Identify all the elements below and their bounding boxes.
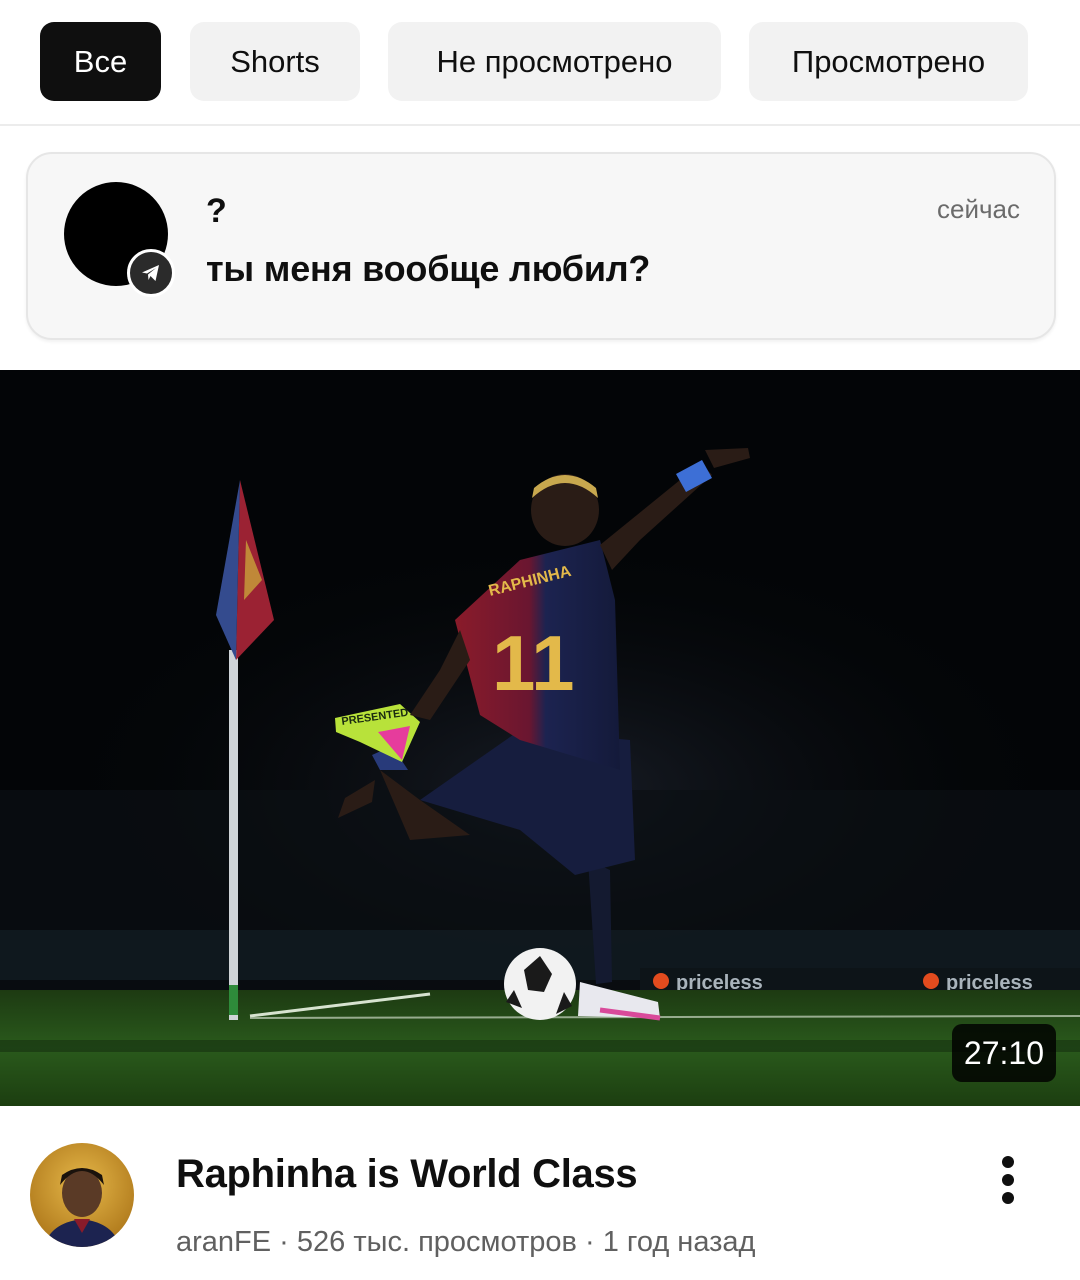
- filter-chip-unwatched[interactable]: Не просмотрено: [388, 22, 721, 101]
- filter-chip-shorts[interactable]: Shorts: [190, 22, 360, 101]
- channel-avatar[interactable]: [30, 1143, 134, 1247]
- meta-separator: ·: [576, 1226, 603, 1258]
- thumbnail-artwork: priceless priceless PRESENTED 11 RAPHINH…: [0, 448, 1080, 1106]
- more-options-button[interactable]: [984, 1148, 1032, 1212]
- filter-chip-label: Shorts: [230, 43, 320, 79]
- meta-separator: ·: [271, 1226, 297, 1258]
- view-count: 526 тыс. просмотров: [296, 1226, 577, 1258]
- video-title[interactable]: Raphinha is World Class: [176, 1152, 638, 1197]
- telegram-icon: [127, 249, 175, 297]
- video-thumbnail[interactable]: priceless priceless PRESENTED 11 RAPHINH…: [0, 370, 1080, 1106]
- filter-chip-label: Просмотрено: [791, 43, 986, 79]
- notification-time: сейчас: [937, 194, 1020, 224]
- more-icon-dot: [1002, 1156, 1014, 1168]
- video-duration-badge: 27:10: [951, 1024, 1056, 1082]
- upload-age: 1 год назад: [602, 1226, 756, 1258]
- more-icon-dot: [1002, 1192, 1014, 1204]
- filter-chip-label: Не просмотрено: [436, 43, 673, 79]
- notification-message: ты меня вообще любил?: [206, 248, 651, 289]
- filter-chip-all[interactable]: Все: [40, 22, 161, 101]
- filter-chip-bar: Все Shorts Не просмотрено Просмотрено: [0, 0, 1080, 126]
- filter-chip-watched[interactable]: Просмотрено: [749, 22, 1028, 101]
- more-icon-dot: [1002, 1174, 1014, 1186]
- channel-name[interactable]: aranFE: [176, 1226, 271, 1258]
- notification-sender: ?: [206, 192, 227, 230]
- notification-card[interactable]: ? ты меня вообще любил? сейчас: [26, 152, 1056, 340]
- video-meta-line: aranFE · 526 тыс. просмотров · 1 год наз…: [176, 1226, 755, 1259]
- filter-chip-label: Все: [73, 43, 128, 79]
- jersey-number: 11: [492, 619, 574, 707]
